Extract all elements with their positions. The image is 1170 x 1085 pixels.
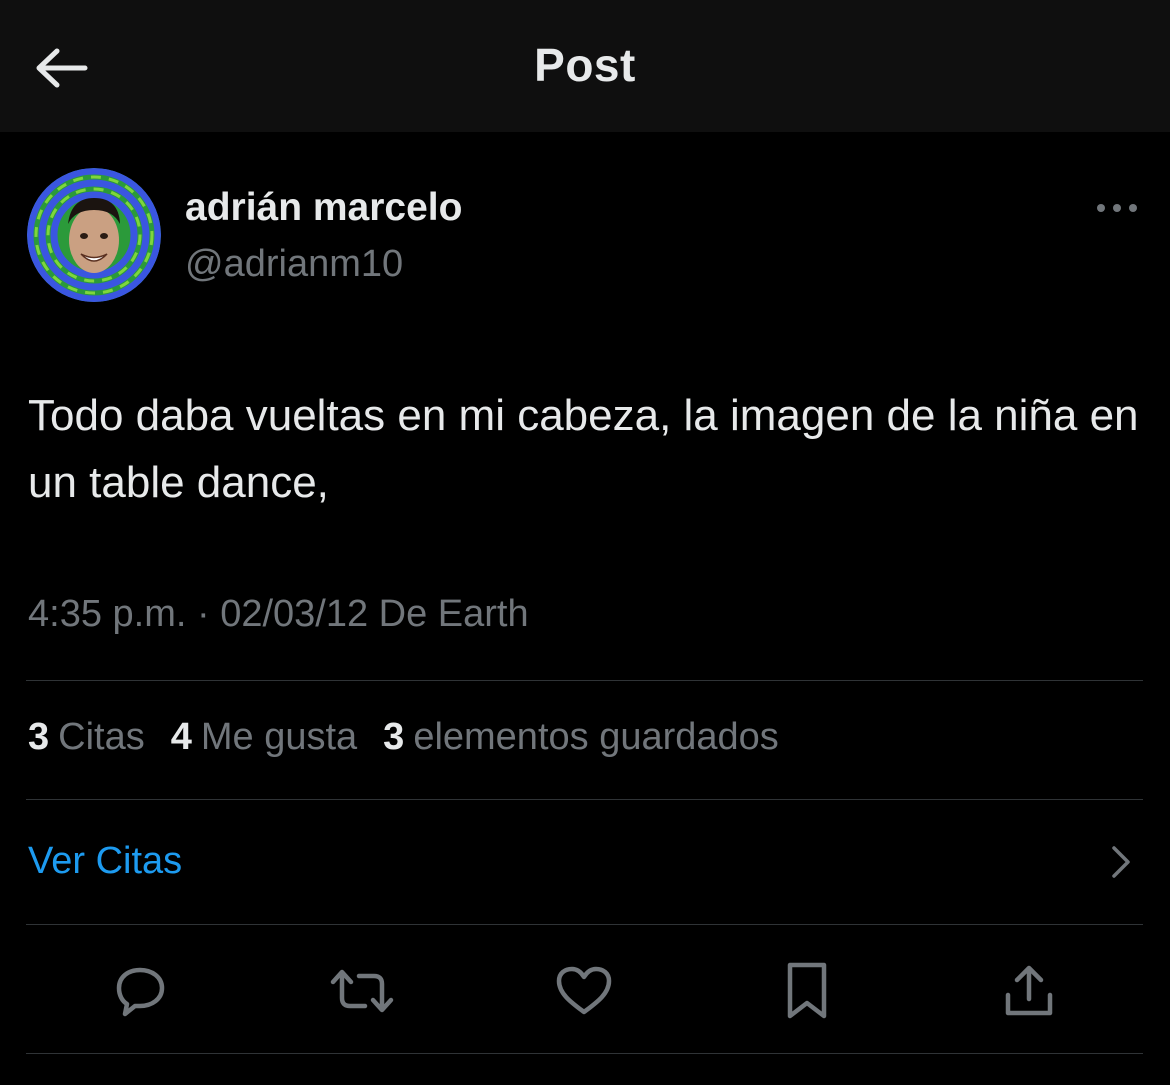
top-bar: Post [0, 0, 1170, 132]
post-timestamp: 4:35 p.m. · 02/03/12 De Earth [28, 593, 529, 635]
post-text: Todo daba vueltas en mi cabeza, la image… [28, 391, 1139, 507]
chevron-right-icon [1112, 846, 1130, 878]
page-title: Post [534, 39, 636, 91]
divider [26, 680, 1143, 681]
divider [26, 1053, 1143, 1054]
reply-icon [116, 967, 165, 1017]
view-quotes-link[interactable]: Ver Citas [0, 800, 1170, 924]
quotes-count[interactable]: 3 Citas [28, 716, 145, 759]
reply-button[interactable] [107, 958, 173, 1024]
share-icon [1005, 965, 1053, 1016]
repost-button[interactable] [329, 958, 395, 1024]
bookmarks-count[interactable]: 3 elementos guardados [383, 716, 779, 759]
share-button[interactable] [996, 958, 1062, 1024]
divider [26, 924, 1143, 925]
post-stats: 3 Citas 4 Me gusta 3 elementos guardados [28, 716, 779, 759]
heart-icon [556, 966, 612, 1015]
like-button[interactable] [551, 958, 617, 1024]
avatar[interactable] [27, 168, 161, 302]
author-handle[interactable]: @adrianm10 [185, 243, 403, 286]
view-quotes-label: Ver Citas [28, 840, 183, 882]
bookmark-button[interactable] [774, 958, 840, 1024]
repost-icon [330, 969, 394, 1013]
author-name[interactable]: adrián marcelo [185, 186, 462, 230]
likes-count[interactable]: 4 Me gusta [171, 716, 357, 759]
more-options-button[interactable] [1090, 190, 1144, 226]
more-horizontal-icon [1097, 204, 1137, 212]
bookmark-icon [787, 962, 827, 1019]
